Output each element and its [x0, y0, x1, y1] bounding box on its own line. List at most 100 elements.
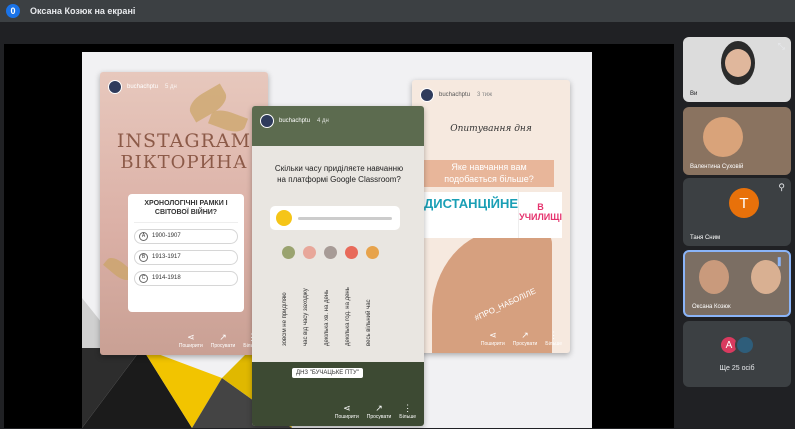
- participant-tile[interactable]: Т ⚲ Таня Сним: [683, 178, 791, 246]
- answer-label: весь вільний час: [366, 299, 372, 346]
- share-button[interactable]: ⋖ Поширити: [335, 403, 359, 420]
- answer-labels: зовсім не приділяю час від часу заходжу …: [282, 266, 380, 346]
- answer-dot[interactable]: [303, 246, 316, 259]
- account-handle: buchachptu: [127, 84, 159, 90]
- answer-label: час від часу заходжу: [303, 288, 309, 346]
- share-label: Поширити: [480, 341, 505, 347]
- share-label: Поширити: [178, 343, 203, 349]
- more-label: Більше: [545, 341, 562, 347]
- promote-label: Просувати: [210, 343, 236, 349]
- account-handle: buchachptu: [439, 92, 471, 98]
- story-header: buchachptu 3 тиж: [420, 88, 492, 102]
- story-classroom-slider[interactable]: buchachptu 4 дн Скільки часу приділяєте …: [252, 106, 424, 426]
- location-tag[interactable]: ДНЗ "БУЧАЦЬКЕ ПТУ": [292, 368, 363, 378]
- answer-dot[interactable]: [282, 246, 295, 259]
- promote-button[interactable]: ↗ Просувати: [211, 332, 236, 349]
- mic-off-icon: ⚲: [778, 182, 785, 192]
- account-avatar: [260, 114, 274, 128]
- answer-dot[interactable]: [324, 246, 337, 259]
- answer-label: декілька год. на день: [345, 287, 351, 346]
- slider-question: Скільки часу приділяєте навчанню на плат…: [274, 164, 404, 184]
- participant-name: Ви: [690, 91, 698, 97]
- quiz-question: ХРОНОЛОГІЧНІ РАМКИ І СВІТОВОЇ ВІЙНИ?: [134, 200, 238, 223]
- story-actions: ⋖Поширити ↗Просувати ⋮Більше: [481, 330, 562, 347]
- quiz-option[interactable]: A 1900-1907: [134, 228, 238, 244]
- participant-face: [725, 49, 751, 77]
- share-button[interactable]: ⋖ Поширити: [481, 330, 505, 347]
- pin-icon[interactable]: ⤡: [778, 41, 785, 52]
- poll-question: Яке навчання вам подобається більше?: [424, 160, 554, 188]
- share-icon: ⋖: [187, 332, 195, 342]
- account-handle: buchachptu: [279, 118, 311, 124]
- answer-dot[interactable]: [345, 246, 358, 259]
- option-text: 1914-1918: [152, 275, 181, 281]
- account-avatar: [108, 80, 122, 94]
- option-letter: C: [139, 273, 148, 283]
- share-label: Поширити: [334, 414, 359, 420]
- participant-name: Таня Сним: [690, 235, 721, 241]
- participant-name: Оксана Козюк: [692, 304, 731, 310]
- more-label: Більше: [399, 414, 416, 420]
- presenter-badge: 0: [6, 4, 20, 18]
- story-age: 5 дн: [165, 84, 177, 90]
- story-poll[interactable]: buchachptu 3 тиж Опитування дня Яке навч…: [412, 80, 570, 353]
- more-button[interactable]: ⋮Більше: [399, 403, 416, 420]
- more-icon: ⋮: [549, 330, 559, 340]
- more-button[interactable]: ⋮Більше: [545, 330, 562, 347]
- story-instagram-quiz[interactable]: buchachptu 5 дн INSTAGRAM ВІКТОРИНА ХРОН…: [100, 72, 268, 355]
- participant-video: [703, 117, 743, 157]
- promote-icon: ↗: [375, 403, 383, 413]
- participant-tile[interactable]: Валентина Суховій: [683, 107, 791, 175]
- emoji-slider[interactable]: [270, 206, 400, 230]
- poll-options: ДИСТАНЦІЙНЕ В УЧИЛИЩІ: [424, 192, 562, 238]
- option-text: 1913-1917: [152, 254, 181, 260]
- more-participants-tile[interactable]: A Ще 25 осіб: [683, 321, 791, 387]
- promote-label: Просувати: [366, 414, 392, 420]
- story-header: buchachptu 4 дн: [260, 114, 329, 128]
- answer-dots: [282, 246, 379, 259]
- account-avatar: [420, 88, 434, 102]
- story-age: 4 дн: [317, 118, 329, 124]
- sunglasses-emoji-icon[interactable]: [276, 210, 292, 226]
- slider-track[interactable]: [298, 217, 392, 220]
- poll-option-school[interactable]: В УЧИЛИЩІ: [518, 192, 562, 238]
- presentation-slide: buchachptu 5 дн INSTAGRAM ВІКТОРИНА ХРОН…: [82, 52, 592, 428]
- more-icon: ⋮: [403, 403, 413, 413]
- option-letter: B: [139, 252, 148, 262]
- participant-avatar: [735, 335, 755, 355]
- quiz-option[interactable]: B 1913-1917: [134, 249, 238, 265]
- answer-label: декілька хв. на день: [324, 289, 330, 346]
- story-header: buchachptu 5 дн: [108, 80, 177, 94]
- quiz-title: INSTAGRAM: [116, 130, 252, 152]
- participant-avatar: Т: [729, 188, 759, 218]
- share-button[interactable]: ⋖ Поширити: [179, 332, 203, 349]
- speaking-icon: ❚: [775, 256, 783, 266]
- quiz-option[interactable]: C 1914-1918: [134, 270, 238, 286]
- participant-video: [699, 260, 729, 294]
- promote-label: Просувати: [512, 341, 538, 347]
- participant-name: Валентина Суховій: [690, 164, 744, 170]
- story-age: 3 тиж: [477, 92, 493, 98]
- quiz-sticker: ХРОНОЛОГІЧНІ РАМКИ І СВІТОВОЇ ВІЙНИ? A 19…: [128, 194, 244, 312]
- answer-label: зовсім не приділяю: [282, 292, 288, 346]
- participant-tile-self[interactable]: ⤡ Ви: [683, 37, 791, 102]
- promote-button[interactable]: ↗ Просувати: [513, 330, 538, 347]
- presenter-title: Оксана Козюк на екрані: [30, 6, 136, 16]
- meet-window: 0 Оксана Козюк на екрані buchachptu 5 дн…: [0, 0, 795, 429]
- more-participants-label: Ще 25 осіб: [719, 365, 755, 372]
- answer-dot[interactable]: [366, 246, 379, 259]
- promote-icon: ↗: [521, 330, 529, 340]
- share-icon: ⋖: [489, 330, 497, 340]
- share-icon: ⋖: [343, 403, 351, 413]
- option-text: 1900-1907: [152, 233, 181, 239]
- quiz-subtitle: ВІКТОРИНА: [120, 152, 248, 173]
- poll-option-remote[interactable]: ДИСТАНЦІЙНЕ: [424, 192, 519, 238]
- story-actions: ⋖Поширити ↗Просувати ⋮Більше: [179, 332, 260, 349]
- avatar-stack: A: [719, 335, 755, 355]
- promote-icon: ↗: [219, 332, 227, 342]
- presentation-bar: 0 Оксана Козюк на екрані: [0, 0, 795, 22]
- promote-button[interactable]: ↗ Просувати: [367, 403, 392, 420]
- option-letter: A: [139, 231, 148, 241]
- poll-title: Опитування дня: [450, 124, 532, 134]
- participant-tile-presenter[interactable]: ❚ Оксана Козюк: [683, 250, 791, 317]
